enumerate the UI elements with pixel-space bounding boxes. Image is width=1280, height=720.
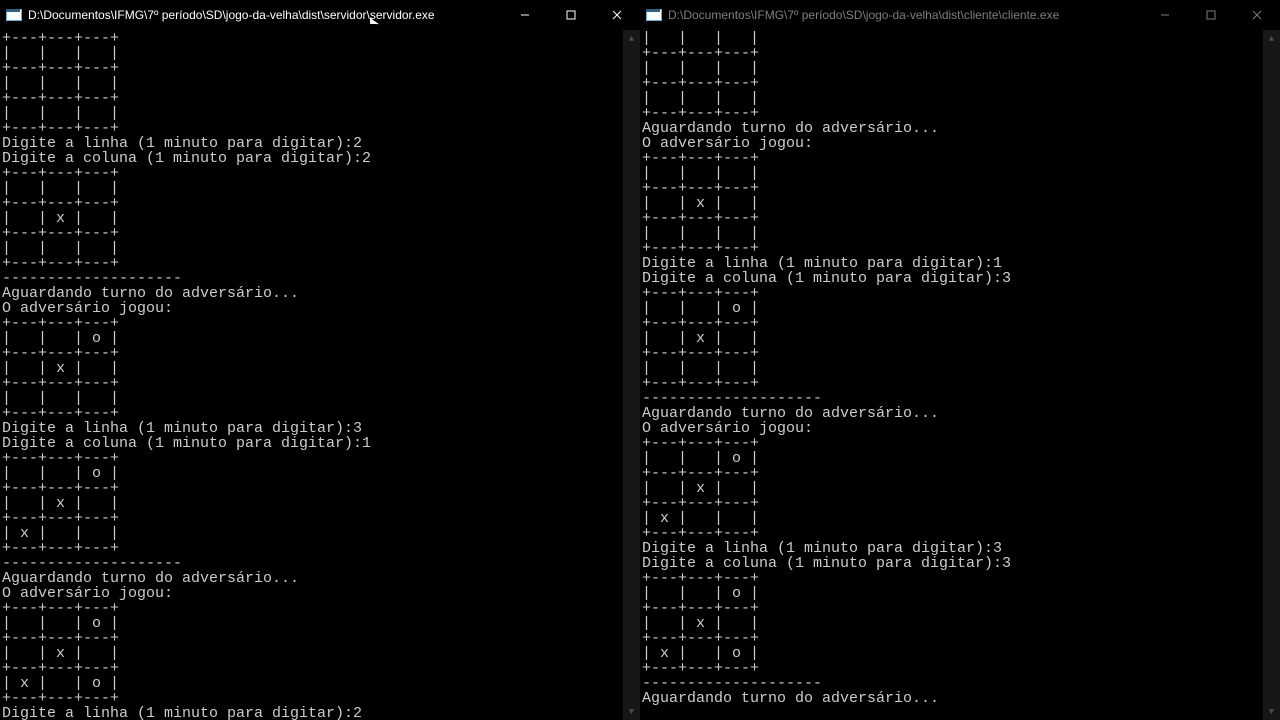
close-button[interactable] (1234, 0, 1280, 30)
window-controls (502, 0, 640, 30)
scroll-up-icon[interactable]: ▲ (1263, 30, 1280, 47)
scrollbar[interactable]: ▲ ▼ (1263, 30, 1280, 720)
window-cliente: D:\Documentos\IFMG\7º período\SD\jogo-da… (640, 0, 1280, 720)
app-icon (646, 7, 662, 23)
scroll-up-icon[interactable]: ▲ (623, 30, 640, 47)
app-icon (6, 7, 22, 23)
titlebar-servidor[interactable]: D:\Documentos\IFMG\7º período\SD\jogo-da… (0, 0, 640, 30)
close-button[interactable] (594, 0, 640, 30)
window-controls (1142, 0, 1280, 30)
maximize-button[interactable] (548, 0, 594, 30)
window-servidor: D:\Documentos\IFMG\7º período\SD\jogo-da… (0, 0, 640, 720)
minimize-button[interactable] (1142, 0, 1188, 30)
terminal-servidor[interactable]: +---+---+---+ | | | | +---+---+---+ | | … (0, 30, 640, 720)
maximize-button[interactable] (1188, 0, 1234, 30)
title-cliente: D:\Documentos\IFMG\7º período\SD\jogo-da… (668, 8, 1142, 22)
minimize-button[interactable] (502, 0, 548, 30)
titlebar-cliente[interactable]: D:\Documentos\IFMG\7º período\SD\jogo-da… (640, 0, 1280, 30)
scroll-down-icon[interactable]: ▼ (1263, 703, 1280, 720)
scroll-down-icon[interactable]: ▼ (623, 703, 640, 720)
scrollbar[interactable]: ▲ ▼ (623, 30, 640, 720)
terminal-cliente[interactable]: | | | | +---+---+---+ | | | | +---+---+-… (640, 30, 1280, 720)
title-servidor: D:\Documentos\IFMG\7º período\SD\jogo-da… (28, 8, 502, 22)
